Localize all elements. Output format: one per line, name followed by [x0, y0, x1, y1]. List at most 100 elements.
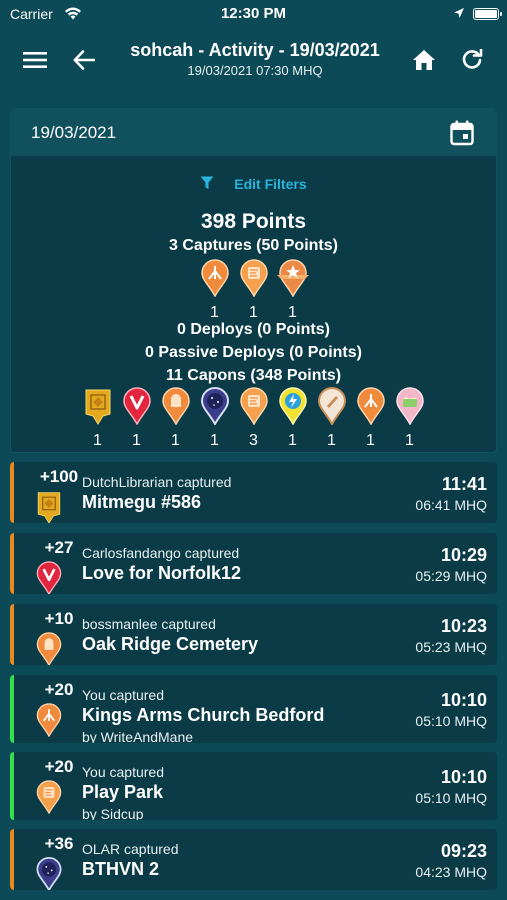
activity-user: bossmanlee captured — [82, 616, 216, 632]
activity-mhq-time: 05:10 MHQ — [415, 790, 487, 806]
back-button[interactable] — [64, 40, 104, 80]
activity-user: You captured — [82, 764, 164, 780]
orange-pin-icon — [356, 387, 386, 430]
capture-type-count: 1 — [249, 304, 258, 321]
activity-mhq-time: 05:23 MHQ — [415, 639, 487, 655]
back-arrow-icon — [73, 50, 95, 70]
capon-type: 1 — [117, 387, 156, 450]
capon-type: 1 — [156, 387, 195, 450]
capon-type: 1 — [195, 387, 234, 450]
home-icon — [413, 50, 435, 70]
hamburger-icon — [23, 52, 47, 68]
activity-time: 09:23 — [440, 841, 487, 861]
capture-type-count: 1 — [210, 304, 219, 321]
home-button[interactable] — [404, 40, 444, 80]
nav-bar: sohcah - Activity - 19/03/2021 19/03/202… — [0, 32, 507, 88]
capon-type-count: 1 — [132, 432, 141, 449]
page-subtitle: 19/03/2021 07:30 MHQ — [187, 63, 323, 78]
blue-star-pin-icon — [200, 387, 230, 430]
activity-user: Carlosfandango captured — [82, 545, 240, 561]
activity-mhq-time: 05:10 MHQ — [415, 713, 487, 729]
filter-icon — [200, 176, 218, 193]
capon-type: 1 — [312, 387, 351, 450]
activity-user: OLAR captured — [82, 841, 179, 857]
capon-type-count: 1 — [327, 432, 336, 449]
activity-name: Oak Ridge Cemetery — [82, 634, 259, 654]
activity-time: 10:29 — [440, 545, 487, 565]
activity-user: You captured — [82, 687, 164, 703]
edit-filters-button[interactable]: Edit Filters — [11, 175, 496, 193]
activity-mhq-time: 06:41 MHQ — [415, 497, 487, 513]
activity-time: 11:41 — [441, 474, 487, 494]
activity-owner: by Sidcup — [82, 806, 144, 820]
status-bar: Carrier 12:30 PM — [0, 0, 507, 28]
dutch-tile-icon — [34, 490, 64, 523]
capture-type: 1 — [234, 259, 273, 322]
refresh-icon — [462, 49, 483, 69]
activity-time: 10:10 — [440, 767, 487, 787]
blue-star-pin-icon — [34, 857, 64, 890]
summary-panel: 19/03/2021 Edit Filters 398 Points 3 Cap… — [10, 108, 497, 453]
calendar-icon[interactable] — [450, 120, 474, 151]
activity-item[interactable]: +100 DutchLibrarian captured Mitmegu #58… — [10, 462, 497, 523]
orange-pin-icon — [161, 387, 191, 430]
activity-time: 10:23 — [440, 616, 487, 636]
activity-mhq-time: 05:29 MHQ — [415, 568, 487, 584]
orange-pin-flat-icon — [239, 259, 269, 302]
activity-indicator — [10, 462, 14, 523]
activity-name: Mitmegu #586 — [82, 492, 202, 512]
cake-pin-icon — [395, 387, 425, 430]
activity-name: BTHVN 2 — [82, 859, 160, 879]
activity-name: Play Park — [82, 782, 164, 802]
capture-type: 1 — [195, 259, 234, 322]
orange-pin-flat-icon — [34, 780, 64, 819]
capon-type: 1 — [351, 387, 390, 450]
capon-type-count: 1 — [405, 432, 414, 449]
deploys-summary: 0 Deploys (0 Points) — [177, 321, 330, 338]
orange-pin-icon — [200, 259, 230, 302]
total-points: 398 Points — [200, 210, 307, 233]
capture-types-row: 1 1 1 — [11, 259, 496, 322]
edit-filters-label: Edit Filters — [234, 176, 307, 193]
capon-type-count: 3 — [249, 432, 258, 449]
activity-item[interactable]: +10 bossmanlee captured Oak Ridge Cemete… — [10, 604, 497, 665]
lightning-pin-icon — [278, 387, 308, 430]
activity-owner: by WriteAndMane — [82, 729, 194, 743]
location-arrow-icon — [453, 6, 465, 22]
battery-icon — [473, 8, 502, 20]
capon-type: 1 — [390, 387, 429, 450]
activity-indicator — [10, 752, 14, 820]
capon-types-row: 1 1 1 1 3 1 1 1 1 — [11, 387, 496, 450]
capon-type: 1 — [273, 387, 312, 450]
status-time: 12:30 PM — [220, 5, 287, 22]
date-picker[interactable]: 19/03/2021 — [11, 109, 496, 157]
activity-name: Kings Arms Church Bedford — [82, 705, 325, 725]
orange-pin-icon — [34, 632, 64, 665]
capture-type-count: 1 — [288, 304, 297, 321]
capture-type: 1 — [273, 259, 312, 322]
activity-item[interactable]: +20 You captured Play Park by Sidcup 10:… — [10, 752, 497, 820]
activity-indicator — [10, 675, 14, 743]
capon-type: 3 — [234, 387, 273, 450]
capon-type-count: 1 — [288, 432, 297, 449]
pencil-pin-icon — [317, 387, 347, 430]
capon-type-count: 1 — [93, 432, 102, 449]
activity-mhq-time: 04:23 MHQ — [415, 864, 487, 880]
orange-pin-flat-icon — [239, 387, 269, 430]
star-badge-pin-icon — [276, 259, 310, 302]
activity-indicator — [10, 604, 14, 665]
activity-name: Love for Norfolk12 — [82, 563, 242, 583]
orange-pin-icon — [34, 703, 64, 742]
red-v-pin-icon — [122, 387, 152, 430]
capon-type-count: 1 — [210, 432, 219, 449]
date-value: 19/03/2021 — [31, 123, 117, 142]
menu-button[interactable] — [15, 40, 55, 80]
activity-item[interactable]: +36 OLAR captured BTHVN 2 09:23 04:23 MH… — [10, 829, 497, 890]
capon-type-count: 1 — [171, 432, 180, 449]
refresh-button[interactable] — [452, 40, 492, 80]
activity-item[interactable]: +27 Carlosfandango captured Love for Nor… — [10, 533, 497, 594]
dutch-tile-icon — [83, 387, 113, 430]
activity-time: 10:10 — [440, 690, 487, 710]
activity-item[interactable]: +20 You captured Kings Arms Church Bedfo… — [10, 675, 497, 743]
activity-indicator — [10, 533, 14, 594]
